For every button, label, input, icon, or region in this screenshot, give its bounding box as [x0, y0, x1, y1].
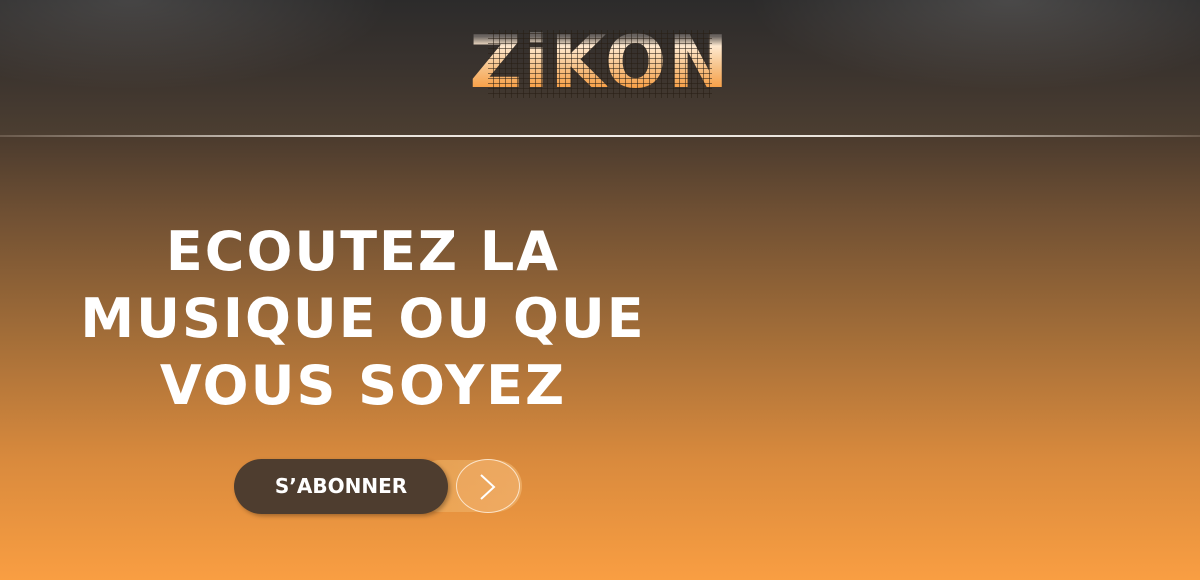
headline-line: VOUS SOYEZ: [159, 354, 567, 417]
headline-line: MUSIQUE OU QUE: [80, 287, 646, 350]
header-divider: [0, 135, 1200, 137]
next-arrow-button[interactable]: [456, 459, 520, 513]
logo[interactable]: ZiKON: [0, 22, 1200, 102]
chevron-right-icon: [480, 474, 496, 500]
headline-line: ECOUTEZ LA: [165, 220, 561, 283]
header: ZiKON: [0, 0, 1200, 135]
subscribe-cta: S’ABONNER: [234, 458, 524, 515]
subscribe-button[interactable]: S’ABONNER: [234, 459, 448, 514]
hero-headline: ECOUTEZ LA MUSIQUE OU QUE VOUS SOYEZ: [40, 218, 686, 419]
